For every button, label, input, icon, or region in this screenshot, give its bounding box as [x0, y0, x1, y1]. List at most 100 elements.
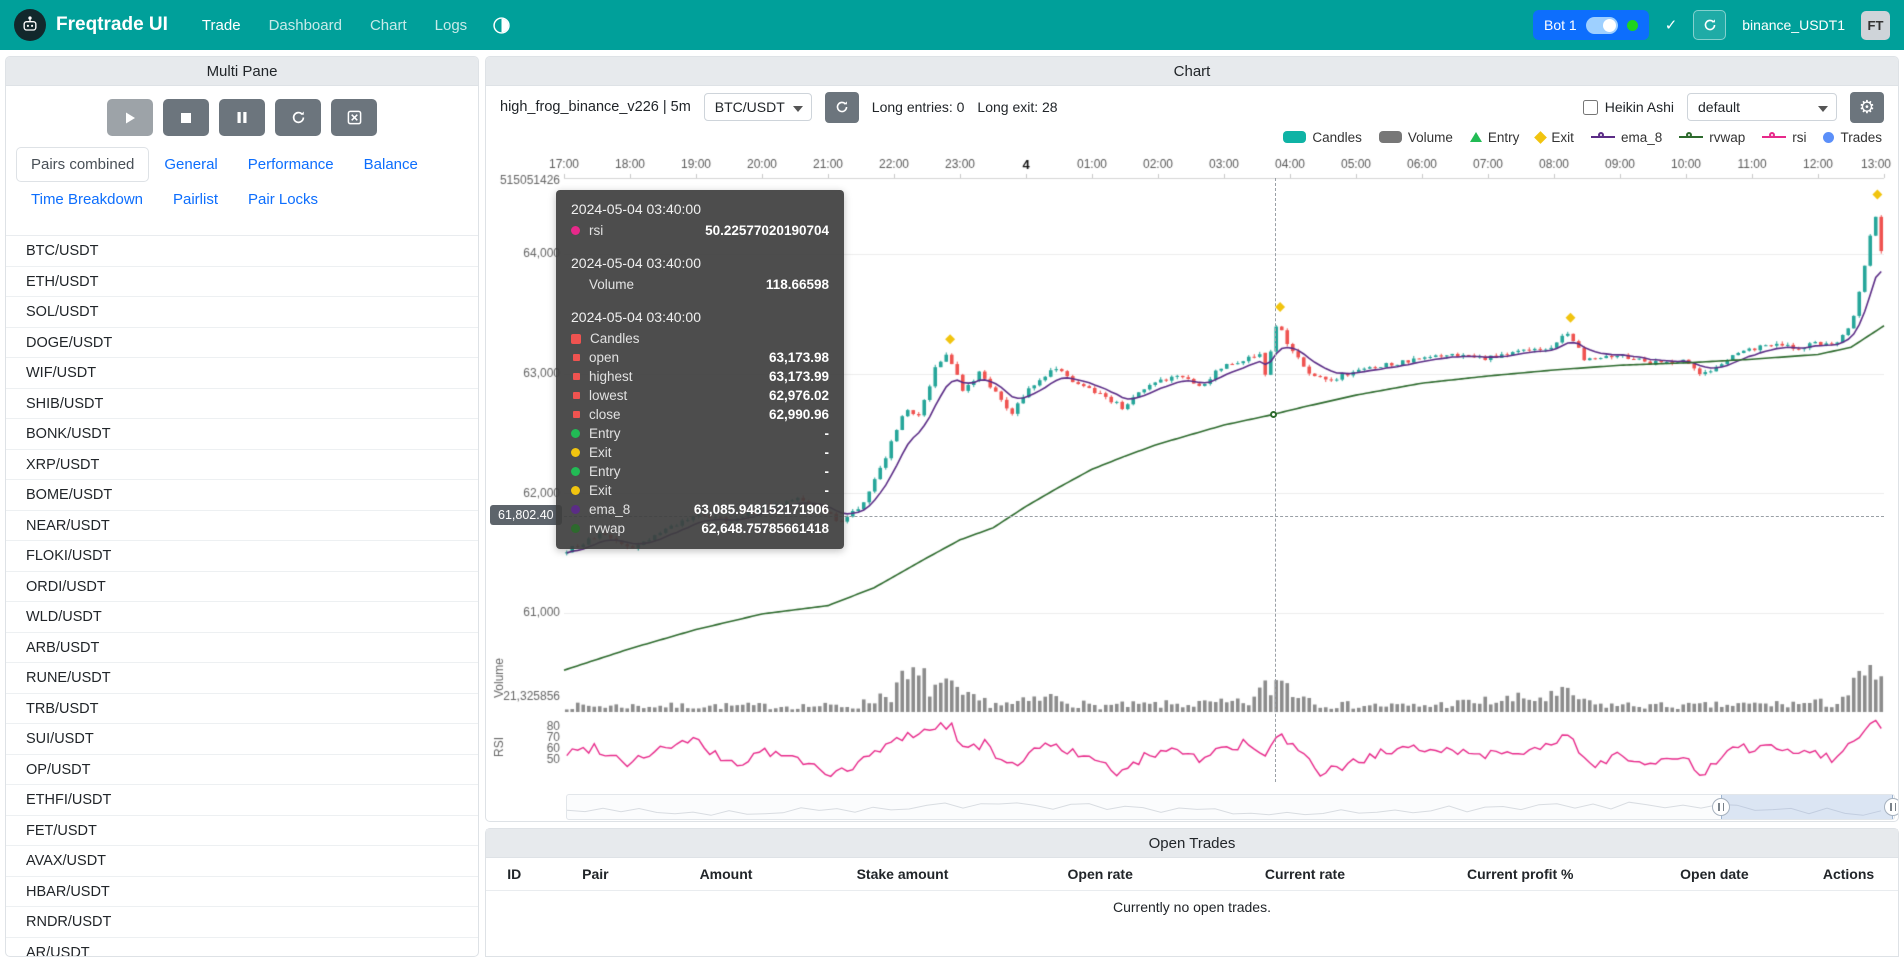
- pair-list-item[interactable]: FLOKI/USDT: [6, 541, 478, 572]
- trades-circle-icon: [1823, 132, 1834, 143]
- tooltip-label: Entry: [589, 464, 621, 479]
- tooltip-label: open: [589, 350, 619, 365]
- tooltip-label: rvwap: [589, 521, 625, 536]
- legend-item-exit[interactable]: Exit: [1536, 130, 1574, 145]
- navbar: Freqtrade UI TradeDashboardChartLogs Bot…: [0, 0, 1904, 50]
- open-trades-empty-message: Currently no open trades.: [486, 891, 1898, 923]
- tooltip-label: Volume: [589, 277, 634, 292]
- pair-list-item[interactable]: ORDI/USDT: [6, 572, 478, 603]
- stop-button[interactable]: [163, 99, 209, 136]
- trades-column-current-rate: Current rate: [1199, 866, 1411, 882]
- pair-list-item[interactable]: HBAR/USDT: [6, 877, 478, 908]
- pair-list-item[interactable]: NEAR/USDT: [6, 511, 478, 542]
- pair-list-item[interactable]: BTC/USDT: [6, 236, 478, 267]
- entry-triangle-icon: [1470, 132, 1482, 142]
- zoom-selected-range[interactable]: [1721, 795, 1893, 819]
- bot-toggle-switch[interactable]: [1586, 17, 1618, 34]
- bot-online-dot: [1627, 20, 1638, 31]
- tooltip-label: Exit: [589, 445, 612, 460]
- multi-pane-tabs: Pairs combinedGeneralPerformanceBalance T…: [6, 145, 478, 217]
- tooltip-section: 2024-05-04 03:40:00Candlesopen63,173.98h…: [571, 309, 829, 538]
- force-exit-button[interactable]: [331, 99, 377, 136]
- tab-pairs-combined[interactable]: Pairs combined: [16, 147, 149, 182]
- pair-list-item[interactable]: DOGE/USDT: [6, 328, 478, 359]
- pair-list-item[interactable]: ETHFI/USDT: [6, 785, 478, 816]
- pair-list-item[interactable]: RUNE/USDT: [6, 663, 478, 694]
- theme-toggle-icon[interactable]: [493, 17, 510, 34]
- pause-button[interactable]: [219, 99, 265, 136]
- pair-list-item[interactable]: AR/USDT: [6, 938, 478, 957]
- long-entries-label: Long entries: 0: [872, 99, 965, 115]
- bot-selector[interactable]: Bot 1: [1533, 10, 1649, 40]
- pair-list-item[interactable]: SUI/USDT: [6, 724, 478, 755]
- tooltip-label: highest: [589, 369, 633, 384]
- tooltip-label: lowest: [589, 388, 627, 403]
- pair-list-item[interactable]: BONK/USDT: [6, 419, 478, 450]
- nav-link-logs[interactable]: Logs: [435, 17, 468, 34]
- legend-item-entry[interactable]: Entry: [1470, 130, 1520, 145]
- multi-pane-panel: Multi Pane Pairs combinedGeneralPerforma…: [5, 56, 479, 957]
- pair-list-item[interactable]: ARB/USDT: [6, 633, 478, 664]
- pair-list-item[interactable]: WLD/USDT: [6, 602, 478, 633]
- user-avatar[interactable]: FT: [1861, 11, 1890, 40]
- legend-label: ema_8: [1621, 130, 1662, 145]
- pair-select[interactable]: BTC/USDT: [704, 93, 812, 121]
- plot-config-select[interactable]: default: [1687, 93, 1837, 121]
- legend-item-trades[interactable]: Trades: [1823, 130, 1882, 145]
- pair-list-item[interactable]: XRP/USDT: [6, 450, 478, 481]
- pair-list-item[interactable]: AVAX/USDT: [6, 846, 478, 877]
- pair-list-item[interactable]: OP/USDT: [6, 755, 478, 786]
- zoom-handle-left[interactable]: [1712, 798, 1730, 816]
- legend-item-rvwap[interactable]: rvwap: [1679, 130, 1745, 145]
- pair-list-item[interactable]: SOL/USDT: [6, 297, 478, 328]
- pair-list-item[interactable]: BOME/USDT: [6, 480, 478, 511]
- legend-label: Entry: [1488, 130, 1520, 145]
- reload-bot-button[interactable]: [1693, 10, 1726, 40]
- legend-label: Trades: [1840, 130, 1882, 145]
- trades-column-stake-amount: Stake amount: [804, 866, 1002, 882]
- tooltip-value: 62,990.96: [769, 407, 829, 422]
- switch-knob: [1603, 19, 1616, 32]
- reload-config-button[interactable]: [275, 99, 321, 136]
- zoom-handle-right[interactable]: [1884, 798, 1899, 816]
- nav-link-trade[interactable]: Trade: [202, 17, 241, 34]
- tooltip-row: rsi50.22577020190704: [571, 221, 829, 240]
- tab-time-breakdown[interactable]: Time Breakdown: [16, 182, 158, 217]
- nav-link-chart[interactable]: Chart: [370, 17, 407, 34]
- tooltip-label: Candles: [590, 331, 640, 346]
- legend-label: Candles: [1312, 130, 1362, 145]
- bot-controls: [6, 86, 478, 145]
- pair-list-item[interactable]: RNDR/USDT: [6, 907, 478, 938]
- legend-item-rsi[interactable]: rsi: [1762, 130, 1806, 145]
- tab-balance[interactable]: Balance: [349, 147, 433, 182]
- legend-item-ema_8[interactable]: ema_8: [1591, 130, 1662, 145]
- rvwap-hover-marker: [1270, 411, 1277, 418]
- tab-general[interactable]: General: [149, 147, 232, 182]
- tab-performance[interactable]: Performance: [233, 147, 349, 182]
- legend-label: Exit: [1551, 130, 1574, 145]
- pair-list-item[interactable]: SHIB/USDT: [6, 389, 478, 420]
- nav-link-dashboard[interactable]: Dashboard: [269, 17, 342, 34]
- trades-column-amount: Amount: [648, 866, 803, 882]
- plot-settings-button[interactable]: ⚙: [1850, 92, 1884, 123]
- trades-column-current-profit-: Current profit %: [1411, 866, 1630, 882]
- check-icon: ✓: [1665, 16, 1678, 34]
- tab-pair-locks[interactable]: Pair Locks: [233, 182, 333, 217]
- tab-pairlist[interactable]: Pairlist: [158, 182, 233, 217]
- refresh-chart-button[interactable]: [825, 92, 859, 123]
- tooltip-marker-ema_8: [571, 505, 580, 514]
- pair-list-item[interactable]: ETH/USDT: [6, 267, 478, 298]
- tooltip-label: Exit: [589, 483, 612, 498]
- legend-item-volume[interactable]: Volume: [1379, 130, 1453, 145]
- pair-list-item[interactable]: TRB/USDT: [6, 694, 478, 725]
- chart-zoom-slider[interactable]: [566, 794, 1895, 820]
- tooltip-marker-entry: [571, 467, 580, 476]
- pair-list-item[interactable]: FET/USDT: [6, 816, 478, 847]
- heikin-ashi-checkbox[interactable]: [1583, 100, 1598, 115]
- legend-item-candles[interactable]: Candles: [1283, 130, 1362, 145]
- tooltip-row: close62,990.96: [571, 405, 829, 424]
- play-button[interactable]: [107, 99, 153, 136]
- tooltip-row: lowest62,976.02: [571, 386, 829, 405]
- tooltip-marker-exit: [571, 486, 580, 495]
- pair-list-item[interactable]: WIF/USDT: [6, 358, 478, 389]
